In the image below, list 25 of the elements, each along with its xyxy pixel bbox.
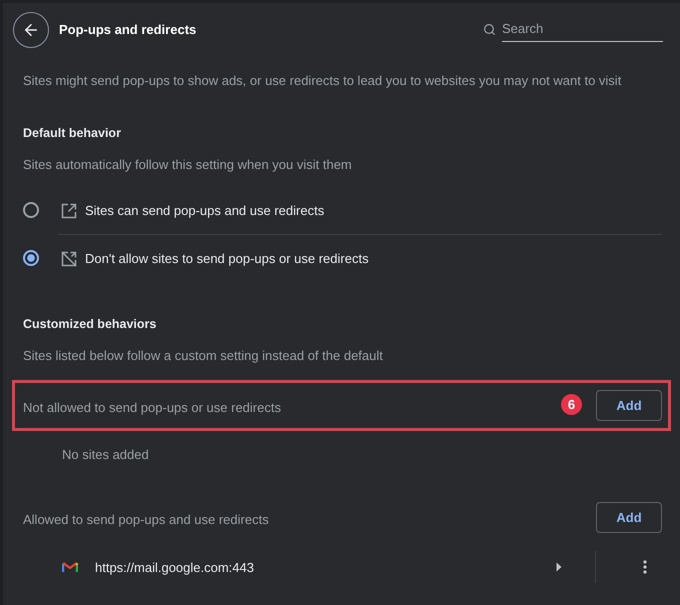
section-heading: Default behavior — [23, 125, 122, 141]
add-button[interactable]: Add — [596, 502, 662, 532]
radio-button[interactable] — [23, 250, 39, 266]
description-text: Sites might send pop-ups to show ads, or use redirects to lead you to websites you may not want to visit — [23, 73, 622, 89]
m-logo-icon — [62, 561, 78, 573]
radio-button[interactable] — [23, 202, 39, 218]
search-field[interactable]: Search — [502, 17, 663, 42]
caret-right-icon[interactable] — [555, 561, 563, 573]
section-subtitle: Sites automatically follow this setting when you visit them — [23, 157, 353, 173]
add-button[interactable]: Add — [596, 390, 662, 420]
section-heading: Customized behaviors — [23, 316, 158, 332]
page-title: Pop-ups and redirects — [59, 20, 196, 38]
back-button[interactable] — [13, 12, 49, 48]
step-badge: 6 — [561, 394, 582, 415]
open-in-new-icon — [61, 202, 77, 218]
list-title: Not allowed to send pop-ups or use redirects — [23, 400, 281, 414]
blocked-open-in-new-icon — [61, 250, 77, 266]
empty-message: No sites added — [62, 446, 149, 462]
search-icon — [483, 23, 496, 36]
more-vertical-icon — [643, 560, 647, 574]
section-subtitle: Sites listed below follow a custom setting instead of the default — [23, 348, 384, 364]
option-label: Sites can send pop-ups and use redirects — [85, 203, 324, 218]
site-url: https://mail.google.com:443 — [95, 560, 254, 574]
option-label: Don't allow sites to send pop-ups or use redirects — [85, 251, 369, 266]
list-title: Allowed to send pop-ups and use redirects — [23, 512, 269, 526]
